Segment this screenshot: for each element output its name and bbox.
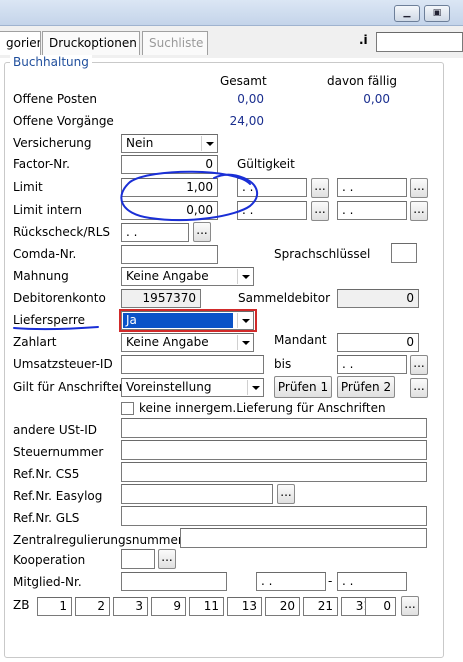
pen-annotations (13, 170, 259, 331)
annotation-circle (120, 170, 259, 222)
annotation-underline (13, 326, 99, 331)
